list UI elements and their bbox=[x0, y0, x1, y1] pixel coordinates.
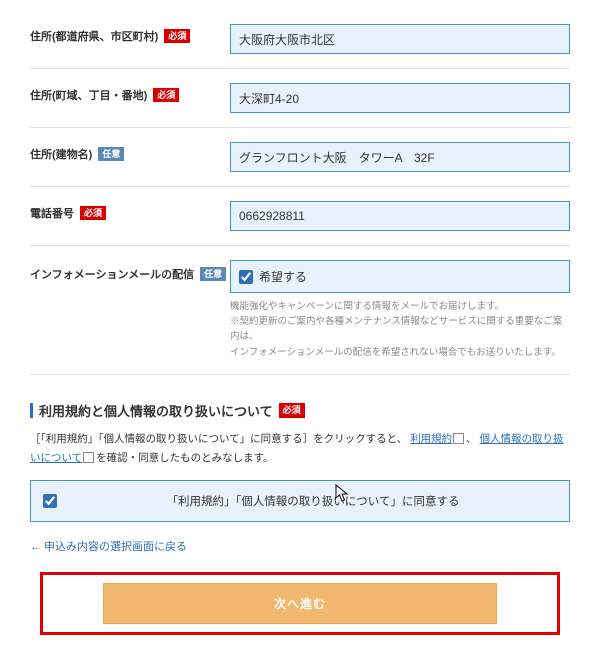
terms-desc-sep: 、 bbox=[466, 433, 477, 445]
field-address2 bbox=[230, 83, 570, 113]
input-address2[interactable] bbox=[230, 83, 570, 113]
label-infomail: インフォメーションメールの配信 任意 bbox=[30, 260, 230, 282]
badge-any: 任意 bbox=[98, 147, 124, 162]
input-address3[interactable] bbox=[230, 142, 570, 172]
row-phone: 電話番号 必須 bbox=[30, 187, 570, 246]
back-link[interactable]: ← 申込み内容の選択画面に戻る bbox=[30, 538, 187, 554]
submit-button[interactable]: 次へ進む bbox=[103, 583, 497, 624]
field-address3 bbox=[230, 142, 570, 172]
link-terms-of-use[interactable]: 利用規約 bbox=[410, 433, 452, 445]
infomail-checkbox[interactable] bbox=[239, 270, 253, 284]
badge-any: 任意 bbox=[200, 267, 226, 282]
section-title-text: 利用規約と個人情報の取り扱いについて bbox=[39, 401, 273, 420]
infomail-checkbox-label: 希望する bbox=[259, 268, 307, 285]
submit-highlight-box: 次へ進む bbox=[40, 572, 560, 635]
infomail-note: 機能強化やキャンペーンに関する情報をメールでお届けします。 ※契約更新のご案内や… bbox=[230, 299, 570, 360]
field-phone bbox=[230, 201, 570, 231]
badge-required: 必須 bbox=[279, 403, 305, 418]
infomail-checkbox-box[interactable]: 希望する bbox=[230, 260, 570, 293]
section-bar-icon bbox=[30, 403, 33, 418]
terms-section-heading: 利用規約と個人情報の取り扱いについて 必須 bbox=[30, 401, 570, 420]
label-text: インフォメーションメールの配信 bbox=[30, 266, 194, 282]
row-address3: 住所(建物名) 任意 bbox=[30, 128, 570, 187]
terms-desc-before: ［「利用規約」「個人情報の取り扱いについて」に同意する］をクリックすると、 bbox=[30, 433, 407, 445]
label-address3: 住所(建物名) 任意 bbox=[30, 142, 230, 162]
note-line3: インフォメーションメールの配信を希望されない場合でもお送りいたします。 bbox=[230, 345, 570, 360]
note-line1: 機能強化やキャンペーンに関する情報をメールでお届けします。 bbox=[230, 299, 570, 314]
label-text: 住所(都道府県、市区町村) bbox=[30, 28, 158, 44]
row-infomail: インフォメーションメールの配信 任意 希望する 機能強化やキャンペーンに関する情… bbox=[30, 246, 570, 375]
agree-box[interactable]: 「利用規約」「個人情報の取り扱いについて」に同意する bbox=[30, 480, 570, 522]
field-address1 bbox=[230, 24, 570, 54]
badge-required: 必須 bbox=[153, 88, 179, 103]
label-text: 電話番号 bbox=[30, 205, 74, 221]
label-text: 住所(建物名) bbox=[30, 146, 92, 162]
agree-label: 「利用規約」「個人情報の取り扱いについて」に同意する bbox=[69, 493, 557, 509]
badge-required: 必須 bbox=[164, 29, 190, 44]
badge-required: 必須 bbox=[80, 206, 106, 221]
label-address2: 住所(町域、丁目・番地) 必須 bbox=[30, 83, 230, 103]
row-address1: 住所(都道府県、市区町村) 必須 bbox=[30, 10, 570, 69]
input-phone[interactable] bbox=[230, 201, 570, 231]
label-phone: 電話番号 必須 bbox=[30, 201, 230, 221]
external-link-icon bbox=[84, 453, 93, 462]
external-link-icon bbox=[454, 434, 463, 443]
field-infomail: 希望する 機能強化やキャンペーンに関する情報をメールでお届けします。 ※契約更新… bbox=[230, 260, 570, 360]
terms-description: ［「利用規約」「個人情報の取り扱いについて」に同意する］をクリックすると、 利用… bbox=[30, 430, 570, 468]
row-address2: 住所(町域、丁目・番地) 必須 bbox=[30, 69, 570, 128]
label-address1: 住所(都道府県、市区町村) 必須 bbox=[30, 24, 230, 44]
input-address1[interactable] bbox=[230, 24, 570, 54]
note-line2: ※契約更新のご案内や各種メンテナンス情報などサービスに関する重要なご案内は、 bbox=[230, 314, 570, 344]
label-text: 住所(町域、丁目・番地) bbox=[30, 87, 147, 103]
terms-desc-after: を確認・同意したものとみなします。 bbox=[96, 452, 273, 464]
agree-checkbox[interactable] bbox=[43, 494, 57, 508]
